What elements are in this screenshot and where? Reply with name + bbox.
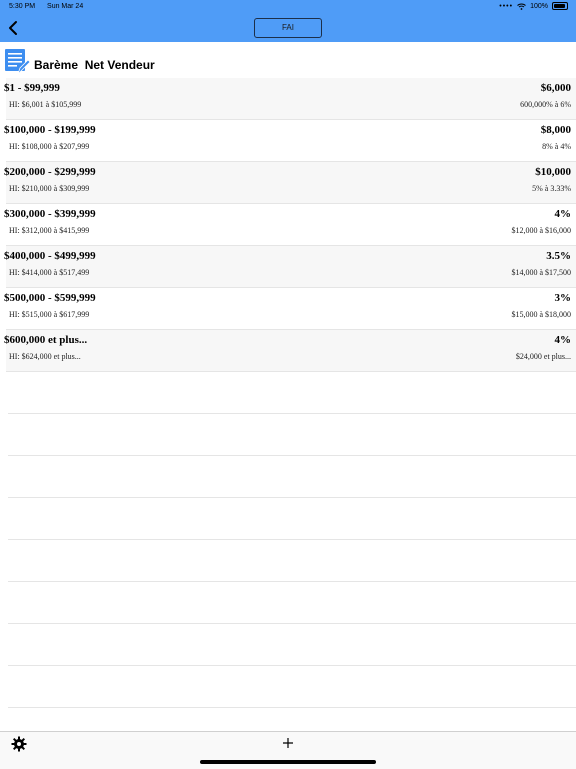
status-left: 5:30 PM Sun Mar 24 <box>9 3 93 10</box>
empty-row <box>8 666 576 708</box>
fee-value: 3% <box>554 292 572 304</box>
wifi-icon <box>517 3 526 10</box>
empty-row <box>8 624 576 666</box>
page-title: Barème Net Vendeur <box>34 58 155 72</box>
battery-icon <box>552 2 568 10</box>
hi-range: HI: $414,000 à $517,499 <box>9 268 90 277</box>
list-item[interactable]: $100,000 - $199,999 $8,000 HI: $108,000 … <box>4 120 576 162</box>
list-item[interactable]: $500,000 - $599,999 3% HI: $515,000 à $6… <box>4 288 576 330</box>
list-item[interactable]: $200,000 - $299,999 $10,000 HI: $210,000… <box>4 162 576 204</box>
empty-row <box>8 456 576 498</box>
hi-range: HI: $312,000 à $415,999 <box>9 226 90 235</box>
status-date: Sun Mar 24 <box>47 3 84 10</box>
percent-range: 600,000% à 6% <box>520 100 571 109</box>
empty-row <box>8 372 576 414</box>
status-right: •••• 100% <box>499 2 568 10</box>
fee-list: $1 - $99,999 $6,000 HI: $6,001 à $105,99… <box>0 78 576 708</box>
fee-value: $6,000 <box>540 82 571 94</box>
price-range: $300,000 - $399,999 <box>4 208 96 220</box>
document-edit-icon <box>5 49 30 75</box>
percent-range: $24,000 et plus... <box>515 352 571 361</box>
empty-row <box>8 540 576 582</box>
list-item[interactable]: $300,000 - $399,999 4% HI: $312,000 à $4… <box>4 204 576 246</box>
hi-range: HI: $210,000 à $309,999 <box>9 184 90 193</box>
navigation-bar: FAI <box>0 14 576 42</box>
hi-range: HI: $108,000 à $207,999 <box>9 142 90 151</box>
percent-range: 5% à 3.33% <box>532 184 571 193</box>
fee-value: $8,000 <box>540 124 571 136</box>
page-header: Barème Net Vendeur <box>0 42 576 78</box>
price-range: $100,000 - $199,999 <box>4 124 96 136</box>
fee-value: 4% <box>554 334 572 346</box>
hi-range: HI: $6,001 à $105,999 <box>9 100 82 109</box>
list-item[interactable]: $1 - $99,999 $6,000 HI: $6,001 à $105,99… <box>4 78 576 120</box>
hi-range: HI: $624,000 et plus... <box>9 352 81 361</box>
list-item[interactable]: $400,000 - $499,999 3.5% HI: $414,000 à … <box>4 246 576 288</box>
signal-dots-icon: •••• <box>499 2 514 10</box>
status-bar: 5:30 PM Sun Mar 24 •••• 100% <box>0 0 576 14</box>
percent-range: 8% à 4% <box>542 142 571 151</box>
empty-row <box>8 582 576 624</box>
gear-icon[interactable] <box>11 736 27 752</box>
price-range: $1 - $99,999 <box>4 82 60 94</box>
percent-range: $14,000 à $17,500 <box>511 268 571 277</box>
price-range: $500,000 - $599,999 <box>4 292 96 304</box>
fee-value: $10,000 <box>535 166 571 178</box>
battery-percent: 100% <box>530 2 548 10</box>
plus-icon[interactable] <box>282 737 294 749</box>
percent-range: $12,000 à $16,000 <box>511 226 571 235</box>
list-item[interactable]: $600,000 et plus... 4% HI: $624,000 et p… <box>4 330 576 372</box>
empty-row <box>8 498 576 540</box>
chevron-left-icon <box>9 21 17 35</box>
price-range: $200,000 - $299,999 <box>4 166 96 178</box>
percent-range: $15,000 à $18,000 <box>511 310 571 319</box>
fee-value: 3.5% <box>546 250 571 262</box>
price-range: $600,000 et plus... <box>4 334 88 346</box>
hi-range: HI: $515,000 à $617,999 <box>9 310 90 319</box>
home-indicator <box>200 760 376 764</box>
fai-button[interactable]: FAI <box>254 18 322 38</box>
status-time: 5:30 PM <box>9 3 36 10</box>
back-button[interactable] <box>6 19 22 37</box>
empty-row <box>8 414 576 456</box>
price-range: $400,000 - $499,999 <box>4 250 96 262</box>
fee-value: 4% <box>554 208 572 220</box>
